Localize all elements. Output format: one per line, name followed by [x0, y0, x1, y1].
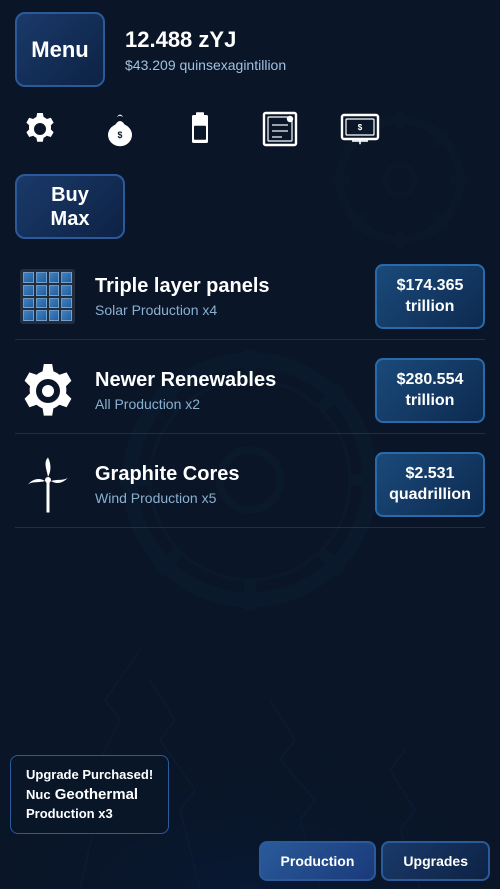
blueprint-icon[interactable] — [255, 104, 305, 154]
upgrade-item-triple-panels: Triple layer panels Solar Production x4 … — [15, 254, 485, 340]
bottom-tabs: Production Upgrades — [249, 833, 500, 889]
solar-panel-icon — [15, 264, 80, 329]
upgrade-name-graphite-cores: Graphite Cores — [95, 463, 360, 486]
wind-turbine-icon — [15, 452, 80, 517]
main-content: Menu 12.488 zYJ $43.209 quinsexagintilli… — [0, 0, 500, 889]
upgrade-desc-triple-panels: Solar Production x4 — [95, 302, 360, 318]
gear-upgrade-icon — [15, 358, 80, 423]
menu-button[interactable]: Menu — [15, 12, 105, 87]
upgrade-info-newer-renewables: Newer Renewables All Production x2 — [95, 369, 360, 412]
tab-production[interactable]: Production — [259, 841, 377, 881]
currency-display: 12.488 zYJ $43.209 quinsexagintillion — [125, 27, 286, 73]
upgrade-desc-graphite-cores: Wind Production x5 — [95, 490, 360, 506]
nav-icons: $ — [0, 99, 500, 169]
upgrade-list: Triple layer panels Solar Production x4 … — [0, 254, 500, 528]
settings-icon[interactable] — [15, 104, 65, 154]
upgrade-item-graphite-cores: Graphite Cores Wind Production x5 $2.531… — [15, 442, 485, 528]
money-bag-icon[interactable]: $ — [95, 104, 145, 154]
buy-max-button[interactable]: BuyMax — [15, 174, 125, 239]
upgrade-price-newer-renewables[interactable]: $280.554trillion — [375, 358, 485, 423]
upgrade-info-triple-panels: Triple layer panels Solar Production x4 — [95, 275, 360, 318]
upgrade-desc-newer-renewables: All Production x2 — [95, 396, 360, 412]
upgrade-info-graphite-cores: Graphite Cores Wind Production x5 — [95, 463, 360, 506]
tab-upgrades[interactable]: Upgrades — [381, 841, 490, 881]
monitor-icon[interactable]: $ — [335, 104, 385, 154]
upgrade-name-newer-renewables: Newer Renewables — [95, 369, 360, 392]
battery-icon[interactable] — [175, 104, 225, 154]
upgrade-name-triple-panels: Triple layer panels — [95, 275, 360, 298]
svg-text:$: $ — [118, 130, 123, 140]
upgrade-purchased-notification: Upgrade Purchased!Nuc GeothermalProducti… — [10, 755, 169, 834]
upgrade-price-graphite-cores[interactable]: $2.531quadrillion — [375, 452, 485, 517]
upgrade-item-newer-renewables: Newer Renewables All Production x2 $280.… — [15, 348, 485, 434]
upgrade-price-triple-panels[interactable]: $174.365trillion — [375, 264, 485, 329]
notification-text: Upgrade Purchased!Nuc GeothermalProducti… — [26, 766, 153, 823]
currency-primary: 12.488 zYJ — [125, 27, 286, 53]
header: Menu 12.488 zYJ $43.209 quinsexagintilli… — [0, 0, 500, 99]
svg-text:$: $ — [358, 123, 363, 132]
buy-max-section: BuyMax — [0, 169, 500, 254]
currency-secondary: $43.209 quinsexagintillion — [125, 57, 286, 73]
